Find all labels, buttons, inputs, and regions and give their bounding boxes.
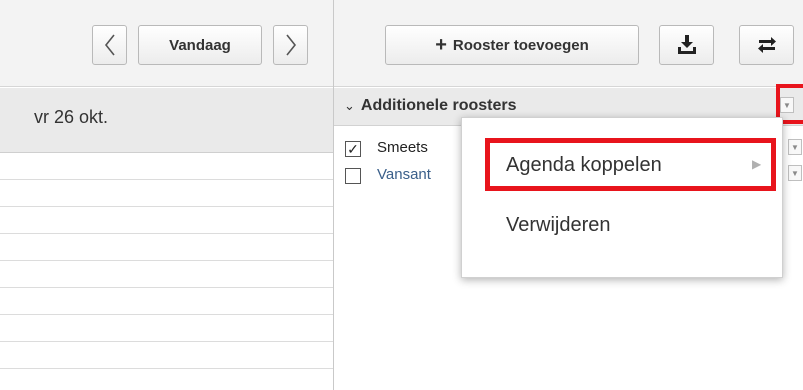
time-slot[interactable] (0, 261, 333, 288)
plus-icon: + (435, 34, 447, 56)
toolbar: Vandaag + Rooster toevoegen (0, 0, 803, 87)
dropdown-arrow-icon[interactable]: ▼ (788, 165, 802, 181)
time-slot[interactable] (0, 207, 333, 234)
calendar-view: vr 26 okt. (0, 88, 333, 390)
roster-checkbox[interactable] (345, 168, 361, 184)
dropdown-arrow-icon[interactable]: ▼ (788, 139, 802, 155)
time-slot[interactable] (0, 180, 333, 207)
today-button[interactable]: Vandaag (138, 25, 262, 65)
sync-icon (757, 37, 776, 53)
rosters-panel-title: Additionele roosters (360, 97, 517, 114)
menu-item-label: Verwijderen (506, 214, 611, 236)
sync-button[interactable] (739, 25, 794, 65)
time-slots (0, 153, 333, 369)
time-slot[interactable] (0, 288, 333, 315)
add-roster-label: Rooster toevoegen (452, 36, 589, 54)
download-icon (677, 35, 696, 54)
time-slot[interactable] (0, 234, 333, 261)
download-button[interactable] (659, 25, 714, 65)
next-button[interactable] (273, 25, 308, 65)
time-slot[interactable] (0, 153, 333, 180)
previous-button[interactable] (92, 25, 127, 65)
day-header: vr 26 okt. (0, 88, 333, 153)
day-header-label: vr 26 okt. (34, 107, 109, 127)
chevron-down-icon: ⌄ (344, 98, 355, 113)
chevron-right-icon (285, 34, 296, 56)
time-slot[interactable] (0, 342, 333, 369)
add-roster-button[interactable]: + Rooster toevoegen (385, 25, 639, 65)
highlight-box (485, 138, 776, 191)
roster-name: Vansant (377, 166, 431, 183)
time-slot[interactable] (0, 315, 333, 342)
roster-checkbox[interactable]: ✓ (345, 141, 361, 157)
chevron-left-icon (104, 34, 115, 56)
roster-name: Smeets (377, 139, 428, 156)
menu-item-delete[interactable]: Verwijderen (462, 203, 784, 253)
